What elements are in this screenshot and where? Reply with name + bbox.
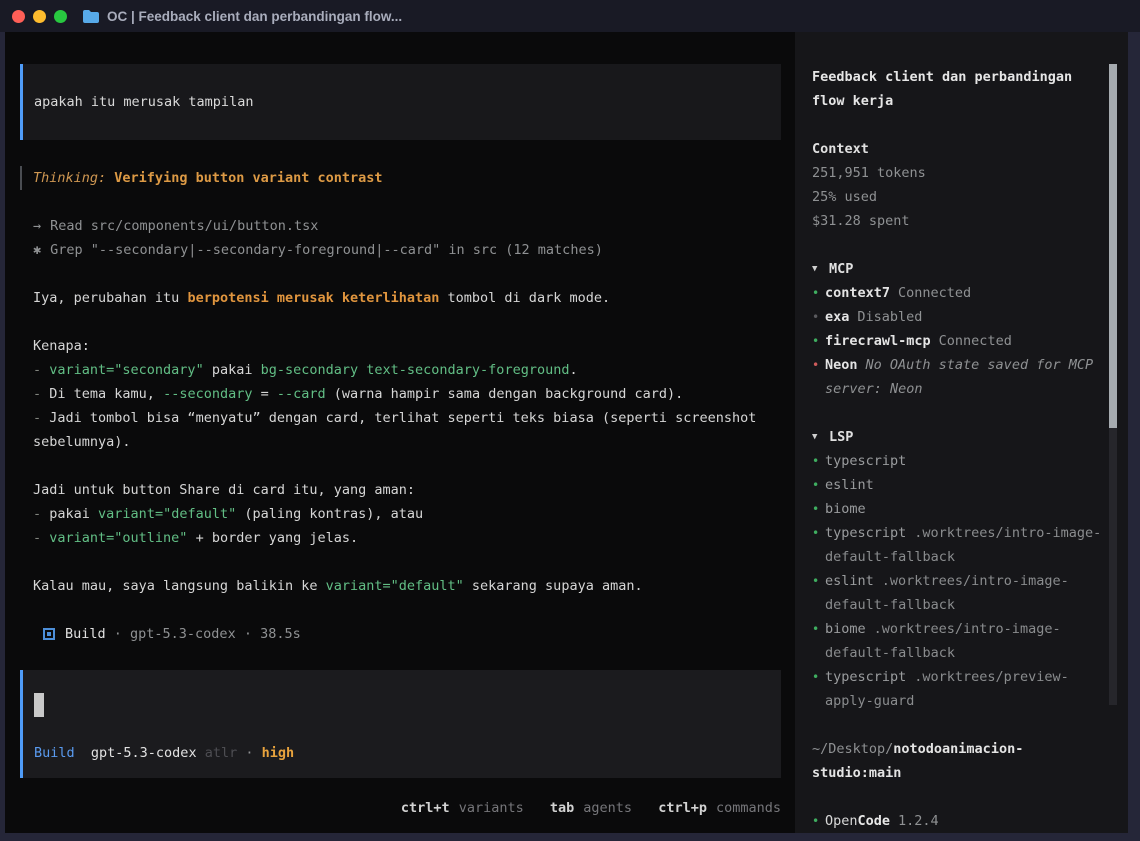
workdir: ~/Desktop/notodoanimacion-studio:main xyxy=(812,737,1105,785)
mcp-item: • firecrawl-mcpConnected xyxy=(812,329,1105,353)
shortcut-agents: tab agents xyxy=(550,796,632,820)
lsp-item: • typescript xyxy=(812,449,1105,473)
mcp-item: • context7Connected xyxy=(812,281,1105,305)
mcp-section: ▼ MCP • context7Connected • exaDisabled … xyxy=(812,257,1105,401)
shortcut-variants: ctrl+t variants xyxy=(401,796,524,820)
mcp-item: • exaDisabled xyxy=(812,305,1105,329)
context-tokens: 251,951 tokens xyxy=(812,161,1105,185)
mcp-item: • NeonNo OAuth state saved for MCP serve… xyxy=(812,353,1105,401)
shortcut-commands: ctrl+p commands xyxy=(658,796,781,820)
list-item: - Jadi tombol bisa “menyatu” dengan card… xyxy=(33,406,781,454)
status-dot-connected-icon: • xyxy=(812,473,825,497)
answer-kenapa: Kenapa: - variant="secondary" pakai bg-s… xyxy=(33,334,781,454)
context-spent: $31.28 spent xyxy=(812,209,1105,233)
input-status-bar[interactable]: Build gpt-5.3-codex atlr · high xyxy=(34,741,761,765)
zoom-window-button[interactable] xyxy=(54,10,67,23)
status-dot-disabled-icon: • xyxy=(812,305,825,329)
tool-calls: → Read src/components/ui/button.tsx ✱ Gr… xyxy=(33,214,781,262)
lsp-item: • typescript.worktrees/intro-image-defau… xyxy=(812,521,1105,569)
response-status-text: Build · gpt-5.3-codex · 38.5s xyxy=(65,622,301,646)
list-item: - variant="outline" + border yang jelas. xyxy=(33,526,781,550)
workdir-prefix: ~/Desktop/ xyxy=(812,741,893,757)
text-cursor xyxy=(34,693,44,717)
sidebar-scrollbar-thumb[interactable] xyxy=(1109,64,1117,428)
folder-icon xyxy=(83,10,99,23)
session-title: Feedback client dan perbandingan flow ke… xyxy=(812,65,1105,113)
lsp-section-toggle[interactable]: ▼ LSP xyxy=(812,425,1105,449)
status-dot-error-icon: • xyxy=(812,353,825,401)
opencode-window: OC | Feedback client dan perbandingan fl… xyxy=(0,0,1140,841)
status-dot-connected-icon: • xyxy=(812,497,825,521)
response-status: Build · gpt-5.3-codex · 38.5s xyxy=(43,622,781,646)
status-dot-connected-icon: • xyxy=(812,329,825,353)
tool-call-grep: ✱ Grep "--secondary|--secondary-foregrou… xyxy=(33,238,781,262)
close-window-button[interactable] xyxy=(12,10,25,23)
lsp-item: • biome xyxy=(812,497,1105,521)
answer-closing: Kalau mau, saya langsung balikin ke vari… xyxy=(33,574,781,598)
share-header: Jadi untuk button Share di card itu, yan… xyxy=(33,478,781,502)
asterisk-icon: ✱ xyxy=(33,238,41,262)
status-dot-connected-icon: • xyxy=(812,665,825,713)
status-dot-connected-icon: • xyxy=(812,449,825,473)
user-message: apakah itu merusak tampilan xyxy=(20,64,781,140)
lsp-item: • eslint.worktrees/intro-image-default-f… xyxy=(812,569,1105,617)
user-message-text: apakah itu merusak tampilan xyxy=(34,90,761,114)
tool-call-grep-text: Grep "--secondary|--secondary-foreground… xyxy=(50,238,603,262)
chevron-down-icon: ▼ xyxy=(812,257,829,281)
context-section: Context 251,951 tokens 25% used $31.28 s… xyxy=(812,137,1105,233)
chevron-down-icon: ▼ xyxy=(812,425,829,449)
answer-share: Jadi untuk button Share di card itu, yan… xyxy=(33,478,781,550)
tool-call-read: → Read src/components/ui/button.tsx xyxy=(33,214,781,238)
kenapa-header: Kenapa: xyxy=(33,334,781,358)
list-item: - pakai variant="default" (paling kontra… xyxy=(33,502,781,526)
titlebar[interactable]: OC | Feedback client dan perbandingan fl… xyxy=(0,0,1140,32)
answer-intro: Iya, perubahan itu berpotensi merusak ke… xyxy=(33,286,781,310)
lsp-item: • eslint xyxy=(812,473,1105,497)
thinking-label: Thinking: xyxy=(33,170,106,186)
list-item: - variant="secondary" pakai bg-secondary… xyxy=(33,358,781,382)
mcp-section-toggle[interactable]: ▼ MCP xyxy=(812,257,1105,281)
thinking-title: Verifying button variant contrast xyxy=(114,170,382,186)
sidebar-scrollbar-track xyxy=(1109,64,1117,705)
minimize-window-button[interactable] xyxy=(33,10,46,23)
shortcut-bar: ctrl+t variants tab agents ctrl+p comman… xyxy=(20,796,781,820)
status-dot-connected-icon: • xyxy=(812,809,825,833)
build-agent-icon xyxy=(43,628,55,640)
tool-call-read-text: Read src/components/ui/button.tsx xyxy=(50,214,318,238)
lsp-item: • biome.worktrees/intro-image-default-fa… xyxy=(812,617,1105,665)
status-dot-connected-icon: • xyxy=(812,569,825,617)
context-header: Context xyxy=(812,137,1105,161)
list-item: - Di tema kamu, --secondary = --card (wa… xyxy=(33,382,781,406)
prompt-input[interactable]: Build gpt-5.3-codex atlr · high xyxy=(20,670,781,778)
sidebar: Feedback client dan perbandingan flow ke… xyxy=(795,32,1128,833)
thinking-block: Thinking: Verifying button variant contr… xyxy=(20,166,781,190)
chat-panel: apakah itu merusak tampilan Thinking: Ve… xyxy=(5,32,795,833)
status-dot-connected-icon: • xyxy=(812,281,825,305)
window-title: OC | Feedback client dan perbandingan fl… xyxy=(107,9,402,24)
status-dot-connected-icon: • xyxy=(812,617,825,665)
traffic-lights xyxy=(12,10,67,23)
arrow-right-icon: → xyxy=(33,214,41,238)
app-version-row: • OpenCode1.2.4 xyxy=(812,809,1105,833)
lsp-section: ▼ LSP • typescript • eslint • biome • xyxy=(812,425,1105,713)
context-used: 25% used xyxy=(812,185,1105,209)
lsp-item: • typescript.worktrees/preview-apply-gua… xyxy=(812,665,1105,713)
status-dot-connected-icon: • xyxy=(812,521,825,569)
